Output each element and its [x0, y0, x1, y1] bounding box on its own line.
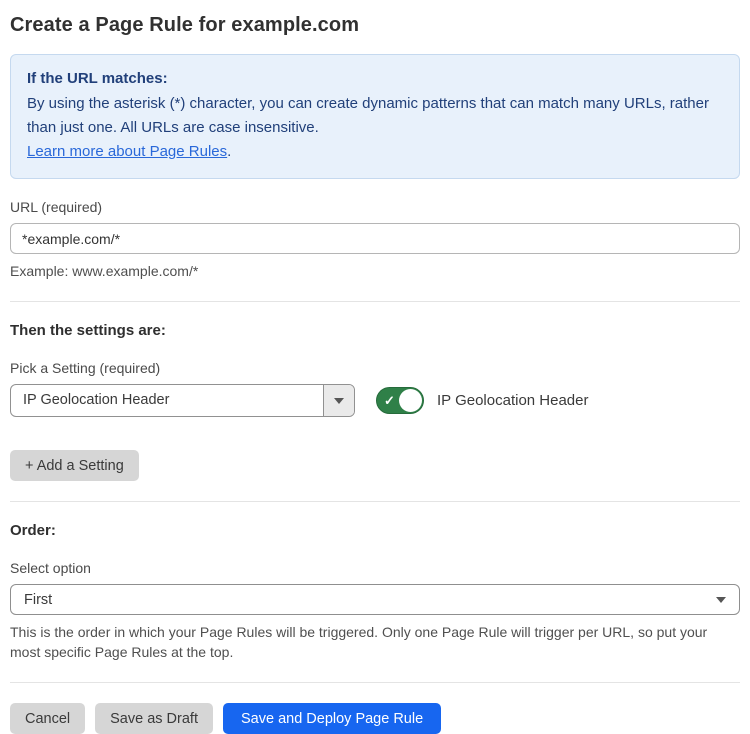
- cancel-button[interactable]: Cancel: [10, 703, 85, 734]
- check-icon: ✓: [384, 394, 395, 407]
- chevron-down-icon: [334, 398, 344, 404]
- setting-select-value: IP Geolocation Header: [11, 385, 323, 416]
- divider: [10, 501, 740, 502]
- add-setting-button[interactable]: + Add a Setting: [10, 450, 139, 481]
- order-heading: Order:: [10, 522, 740, 539]
- pick-setting-label: Pick a Setting (required): [10, 360, 740, 376]
- order-helper-text: This is the order in which your Page Rul…: [10, 622, 740, 662]
- page-title: Create a Page Rule for example.com: [10, 14, 740, 37]
- divider: [10, 682, 740, 683]
- setting-row: IP Geolocation Header ✓ IP Geolocation H…: [10, 384, 740, 417]
- link-period: .: [227, 143, 231, 160]
- url-input[interactable]: [10, 223, 740, 254]
- settings-heading: Then the settings are:: [10, 322, 740, 339]
- info-box-link-line: Learn more about Page Rules.: [27, 140, 723, 164]
- page-rule-form: Create a Page Rule for example.com If th…: [0, 0, 750, 734]
- toggle-knob: [399, 389, 422, 412]
- action-buttons: Cancel Save as Draft Save and Deploy Pag…: [10, 703, 740, 734]
- order-select[interactable]: First: [10, 584, 740, 615]
- chevron-down-icon: [716, 597, 726, 603]
- info-box-heading: If the URL matches:: [27, 67, 723, 91]
- save-as-draft-button[interactable]: Save as Draft: [95, 703, 213, 734]
- order-label: Select option: [10, 560, 740, 576]
- divider: [10, 301, 740, 302]
- info-box-body: By using the asterisk (*) character, you…: [27, 92, 723, 140]
- toggle-label: IP Geolocation Header: [437, 392, 589, 409]
- url-helper-text: Example: www.example.com/*: [10, 261, 740, 281]
- learn-more-link[interactable]: Learn more about Page Rules: [27, 143, 227, 160]
- url-match-info-box: If the URL matches: By using the asteris…: [10, 54, 740, 179]
- setting-select-arrow-button[interactable]: [323, 385, 354, 416]
- save-and-deploy-button[interactable]: Save and Deploy Page Rule: [223, 703, 441, 734]
- toggle-group: ✓ IP Geolocation Header: [376, 387, 589, 414]
- url-label: URL (required): [10, 199, 740, 215]
- ip-geolocation-toggle[interactable]: ✓: [376, 387, 424, 414]
- setting-select[interactable]: IP Geolocation Header: [10, 384, 355, 417]
- order-select-value: First: [24, 592, 52, 608]
